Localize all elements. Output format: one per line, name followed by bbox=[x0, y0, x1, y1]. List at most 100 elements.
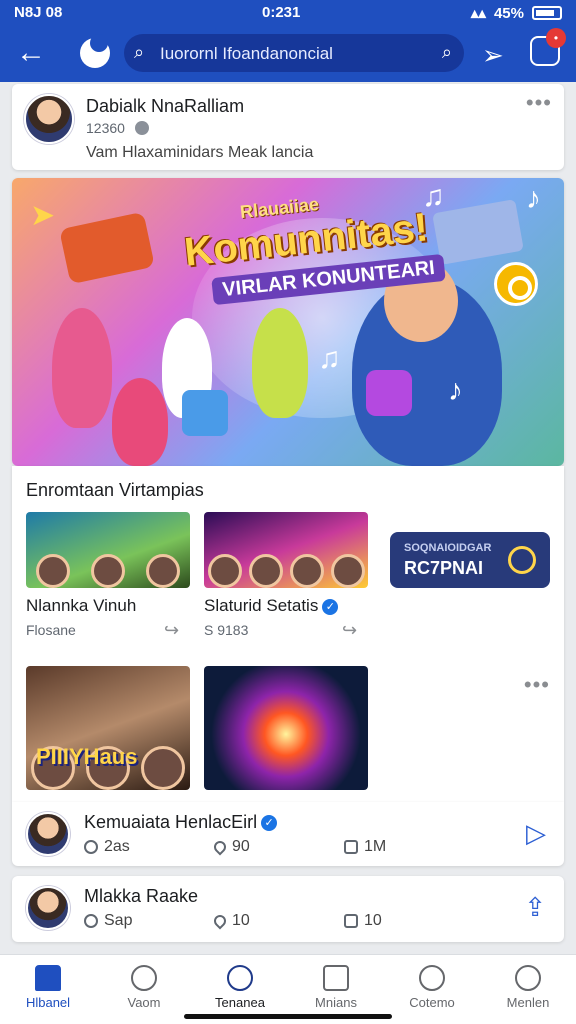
thumbnail-people bbox=[26, 691, 190, 790]
search-text: Iuorornl Ifoandanoncial bbox=[160, 44, 333, 63]
promo-icon bbox=[508, 546, 536, 574]
view-count-text: Sap bbox=[104, 912, 133, 929]
tab-home[interactable]: Hlbanel bbox=[0, 955, 96, 1024]
share-icon[interactable]: ⇪ bbox=[524, 892, 546, 923]
post-card[interactable]: Dabialk NnaRalliam 12360 Vam Hlaxaminida… bbox=[12, 84, 564, 170]
tab-watch[interactable]: Vaom bbox=[96, 955, 192, 1024]
header-nav: ← ⌕ Iuorornl Ifoandanoncial ⌕ ➢ • bbox=[0, 28, 576, 78]
community-icon bbox=[227, 965, 253, 991]
send-icon[interactable]: ➢ bbox=[482, 40, 510, 70]
notifications-button[interactable]: • bbox=[530, 28, 566, 66]
post-card[interactable]: Kemuaiata HenlacEirl ✓ 2as 90 1M ▷ bbox=[12, 802, 564, 866]
search-bar[interactable]: ⌕ Iuorornl Ifoandanoncial ⌕ bbox=[124, 34, 464, 72]
bell-icon bbox=[419, 965, 445, 991]
search-submit-icon[interactable]: ⌕ bbox=[442, 42, 452, 63]
paper-plane-icon: ➤ bbox=[30, 199, 56, 232]
share-icon[interactable]: ↪ bbox=[164, 620, 179, 641]
post-stats: Sap 10 10 bbox=[84, 912, 474, 930]
clock-icon bbox=[84, 840, 98, 854]
verified-badge-icon: ✓ bbox=[322, 598, 339, 615]
tab-label: Cotemo bbox=[409, 995, 455, 1010]
status-bar: N8J 08 0:231 ▴▴ 45% bbox=[0, 0, 576, 26]
avatar[interactable] bbox=[24, 94, 74, 144]
avatar[interactable] bbox=[26, 886, 70, 930]
app-header: N8J 08 0:231 ▴▴ 45% ← ⌕ Iuorornl Ifoanda… bbox=[0, 0, 576, 82]
thumbnail-people bbox=[26, 542, 190, 588]
view-count[interactable]: 2as bbox=[84, 838, 214, 856]
item-title[interactable]: Slaturid Setatis ✓ bbox=[204, 596, 339, 616]
post-author-text: Kemuaiata HenlacEirl bbox=[84, 812, 258, 832]
clock-text: 0:231 bbox=[262, 4, 301, 21]
comment-count[interactable]: 10 bbox=[344, 912, 474, 930]
avatar[interactable] bbox=[26, 812, 70, 856]
post-meta: 12360 bbox=[86, 120, 149, 136]
banner-action-icon[interactable] bbox=[494, 262, 538, 306]
verified-badge-icon: ✓ bbox=[261, 815, 278, 832]
video-thumbnail[interactable] bbox=[204, 666, 368, 790]
hero-banner[interactable]: ♫ ♪ ♫ ♪ ➤ Rlauaiiae Komunnitas! VIRLAR K… bbox=[12, 178, 564, 466]
clock-icon bbox=[84, 914, 98, 928]
like-count-text: 90 bbox=[232, 838, 250, 855]
tab-label: Mnians bbox=[315, 995, 357, 1010]
promo-button[interactable]: SOQNAIOIDGAR RC7PNAI bbox=[390, 532, 550, 588]
play-next-icon[interactable]: ▷ bbox=[526, 818, 546, 849]
signal-icon: ▴▴ bbox=[470, 5, 486, 22]
tab-label: Hlbanel bbox=[25, 995, 71, 1010]
post-card[interactable]: Mlakka Raake Sap 10 10 ⇪ bbox=[12, 876, 564, 942]
promo-line2: RC7PNAI bbox=[404, 558, 484, 578]
status-icons: ▴▴ 45% bbox=[471, 4, 562, 22]
music-app-icon bbox=[182, 390, 228, 436]
laptop-icon bbox=[432, 199, 524, 265]
view-count[interactable]: Sap bbox=[84, 912, 214, 930]
like-count[interactable]: 10 bbox=[211, 912, 344, 930]
person bbox=[36, 554, 71, 588]
video-thumbnail[interactable] bbox=[26, 512, 190, 588]
back-arrow-icon[interactable]: ← bbox=[16, 38, 48, 70]
item-title[interactable]: Nlannka Vinuh bbox=[26, 596, 136, 616]
like-count[interactable]: 90 bbox=[211, 838, 344, 856]
comment-count[interactable]: 1M bbox=[344, 838, 474, 856]
post-stats: 2as 90 1M bbox=[84, 838, 474, 856]
search-icon: ⌕ bbox=[134, 42, 145, 62]
post-subtitle: Vam Hlaxaminidars Meak lancia bbox=[86, 144, 314, 161]
person bbox=[248, 554, 283, 588]
video-thumbnail[interactable]: PIIIYHaus bbox=[26, 666, 190, 790]
globe-icon bbox=[134, 121, 149, 135]
battery-percent: 45% bbox=[493, 4, 524, 22]
video-thumbnail[interactable] bbox=[204, 512, 368, 588]
comment-icon bbox=[344, 840, 358, 854]
music-note-icon: ♪ bbox=[448, 374, 463, 407]
home-indicator bbox=[184, 1014, 392, 1019]
child-figure bbox=[252, 308, 308, 418]
post-author[interactable]: Dabialk NnaRalliam bbox=[86, 96, 244, 117]
item-meta: S 9183 bbox=[204, 622, 249, 638]
carrier-text: N8J 08 bbox=[14, 4, 63, 21]
person bbox=[289, 554, 324, 588]
post-author[interactable]: Kemuaiata HenlacEirl ✓ bbox=[84, 812, 278, 833]
post-author[interactable]: Mlakka Raake bbox=[84, 886, 198, 907]
music-note-icon: ♫ bbox=[318, 342, 341, 375]
more-options-icon[interactable]: ••• bbox=[524, 672, 550, 698]
share-icon[interactable]: ↪ bbox=[342, 620, 357, 641]
tab-label: Menlen bbox=[506, 995, 550, 1010]
home-icon bbox=[35, 965, 61, 991]
marketplace-icon bbox=[323, 965, 349, 991]
tab-notifications[interactable]: Cotemo bbox=[384, 955, 480, 1024]
watch-icon bbox=[131, 965, 157, 991]
profile-icon bbox=[515, 965, 541, 991]
item-title-text: Slaturid Setatis bbox=[204, 596, 319, 615]
tab-menu[interactable]: Menlen bbox=[480, 955, 576, 1024]
person bbox=[145, 554, 180, 588]
view-count-text: 2as bbox=[104, 838, 130, 855]
comment-count-text: 10 bbox=[364, 912, 382, 929]
person bbox=[90, 554, 125, 588]
thumbnail-people bbox=[204, 542, 368, 588]
app-logo-icon[interactable] bbox=[80, 34, 110, 68]
person bbox=[140, 746, 185, 790]
like-count-text: 10 bbox=[232, 912, 250, 929]
more-options-icon[interactable]: ••• bbox=[526, 90, 552, 116]
person bbox=[330, 554, 365, 588]
music-note-icon: ♪ bbox=[526, 182, 541, 215]
post-meta-text: 12360 bbox=[86, 120, 125, 136]
promo-line1: SOQNAIOIDGAR bbox=[404, 542, 492, 554]
